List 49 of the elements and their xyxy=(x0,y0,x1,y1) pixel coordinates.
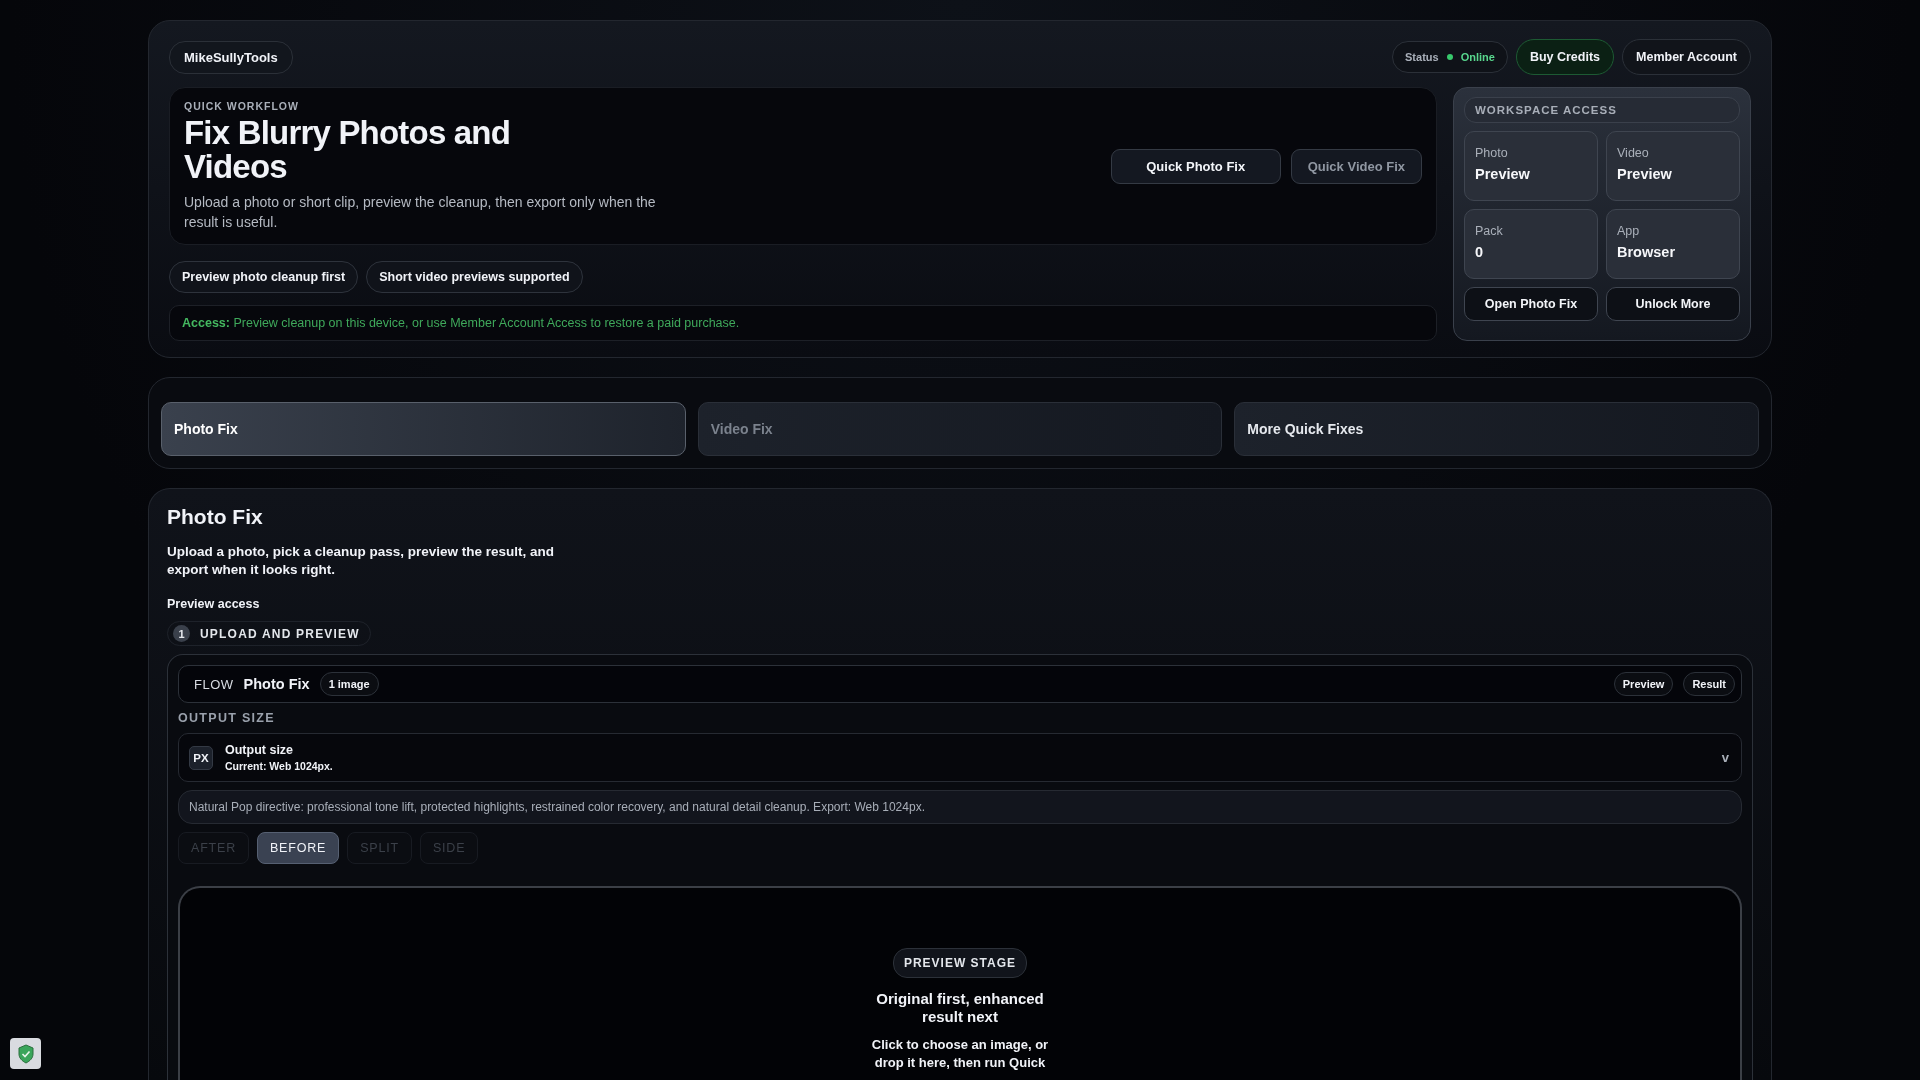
quick-fix-button[interactable]: Quick Photo Fix xyxy=(1110,148,1281,184)
header-button[interactable]: Member Account xyxy=(1622,39,1751,75)
tab[interactable]: More Quick Fixes xyxy=(1234,402,1759,456)
flow-prefix: FLOW xyxy=(194,676,234,692)
feature-chip: Short video previews supported xyxy=(366,261,583,293)
eyebrow-text: QUICK WORKFLOW xyxy=(184,100,300,112)
workspace-button[interactable]: Open Photo Fix xyxy=(1464,287,1598,321)
select-current: Current: Web 1024px. xyxy=(225,760,334,772)
stat-value: Browser xyxy=(1617,244,1677,260)
status-label: Status xyxy=(1405,51,1439,63)
view-mode-button[interactable]: BEFORE xyxy=(257,832,340,864)
stat-value: Preview xyxy=(1475,166,1531,182)
stat-label: Photo xyxy=(1475,146,1509,160)
header-button[interactable]: Buy Credits xyxy=(1515,39,1615,75)
brand-logo[interactable]: MikeSullyTools xyxy=(169,40,293,74)
hero-description: Upload a photo or short clip, preview the cleanup, then export only when the result is useful. xyxy=(184,193,657,232)
output-heading: OUTPUT SIZE xyxy=(178,711,276,725)
flow-button[interactable]: Preview xyxy=(1613,672,1674,696)
directive-text: Natural Pop directive: professional tone lift, protected highlights, restrained color recovery, and natural detail cleanup. Export: Web 1024px. xyxy=(178,790,1742,824)
page-title: Fix Blurry Photos and Videos xyxy=(184,116,512,184)
access-note: Access: Preview cleanup on this device, or use Member Account Access to restore a paid purchase. xyxy=(169,305,1437,341)
access-label: Preview access xyxy=(167,597,261,611)
tab[interactable]: Photo Fix xyxy=(161,402,686,456)
step-number: 1 xyxy=(173,625,190,642)
px-badge: PX xyxy=(189,745,213,770)
workspace-title: WORKSPACE ACCESS xyxy=(1464,97,1740,123)
section-title: Photo Fix xyxy=(167,505,264,529)
workspace-button[interactable]: Unlock More xyxy=(1606,287,1740,321)
preview-stage[interactable]: PREVIEW STAGE Original first, enhanced result next Click to choose an image, or drop it here, then run Quick xyxy=(178,886,1742,1080)
flow-button[interactable]: Result xyxy=(1683,672,1735,696)
feature-chip: Preview photo cleanup first xyxy=(169,261,359,293)
flow-name: Photo Fix xyxy=(243,676,310,692)
select-title: Output size xyxy=(225,743,295,757)
stage-hint: Click to choose an image, or drop it here, then run Quick xyxy=(870,1036,1050,1072)
section-description: Upload a photo, pick a cleanup pass, preview the result, and export when it looks right. xyxy=(167,543,556,579)
stage-heading: Original first, enhanced result next xyxy=(875,990,1045,1026)
image-count: 1 image xyxy=(319,672,379,696)
stat-value: 0 xyxy=(1475,244,1485,260)
output-size-select[interactable]: PX Output size Current: Web 1024px. v xyxy=(178,733,1742,782)
security-badge[interactable] xyxy=(10,1038,41,1069)
stat-label: Pack xyxy=(1475,224,1504,238)
caret-icon: v xyxy=(1721,750,1729,765)
stat-value: Preview xyxy=(1617,166,1673,182)
stage-badge: PREVIEW STAGE xyxy=(892,948,1028,978)
shield-icon xyxy=(16,1043,35,1064)
step-label: UPLOAD AND PREVIEW xyxy=(200,626,360,641)
stat-label: App xyxy=(1617,224,1641,238)
status-value: Online xyxy=(1460,51,1495,63)
stat-label: Video xyxy=(1617,146,1650,160)
